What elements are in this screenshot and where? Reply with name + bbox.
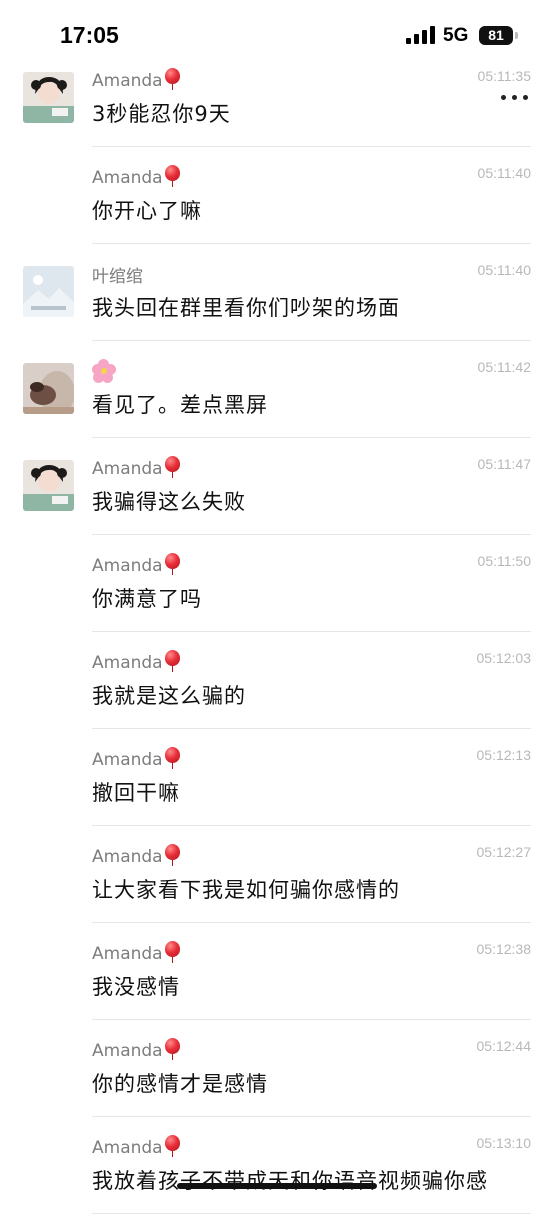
message-timestamp: 05:11:42 (477, 359, 531, 375)
balloon-icon (164, 456, 181, 478)
sender-name-text: Amanda (92, 71, 163, 91)
battery-icon: 81 (479, 26, 513, 45)
network-type: 5G (443, 25, 469, 46)
sender-name[interactable]: Amanda (92, 844, 181, 867)
message-text[interactable]: 你满意了吗 (92, 583, 202, 613)
sender-name-text: Amanda (92, 750, 163, 770)
balloon-icon (164, 747, 181, 769)
battery-tip (515, 32, 518, 39)
sender-name-text: Amanda (92, 1041, 163, 1061)
chat-message[interactable]: 05:11:42 看见了。差点黑屏 (0, 341, 555, 438)
sender-name[interactable]: Amanda (92, 1135, 181, 1158)
chat-message[interactable]: Amanda 05:13:10 我放着孩子不带成天和你语音视频骗你感 (0, 1117, 555, 1214)
flower-icon (92, 359, 116, 383)
chat-message[interactable]: Amanda 05:11:35 3秒能忍你9天 (0, 50, 555, 147)
sender-name[interactable]: Amanda (92, 553, 181, 576)
balloon-icon (164, 1038, 181, 1060)
sender-name[interactable]: Amanda (92, 650, 181, 673)
sender-name-text: Amanda (92, 847, 163, 867)
message-text[interactable]: 我头回在群里看你们吵架的场面 (92, 292, 400, 322)
message-timestamp: 05:12:27 (476, 844, 532, 860)
sender-name[interactable]: Amanda (92, 747, 181, 770)
chat-message[interactable]: Amanda 05:11:47 我骗得这么失败 (0, 438, 555, 535)
message-timestamp: 05:11:50 (477, 553, 531, 569)
message-text[interactable]: 看见了。差点黑屏 (92, 389, 268, 419)
message-text[interactable]: 让大家看下我是如何骗你感情的 (92, 874, 400, 904)
message-text[interactable]: 我放着孩子不带成天和你语音视频骗你感 (92, 1165, 488, 1195)
status-time: 17:05 (60, 22, 119, 48)
balloon-icon (164, 68, 181, 90)
avatar[interactable] (23, 363, 74, 414)
chat-message[interactable]: Amanda 05:12:13 撤回干嘛 (0, 729, 555, 826)
chat-message[interactable]: 叶绾绾 05:11:40 我头回在群里看你们吵架的场面 (0, 244, 555, 341)
message-timestamp: 05:13:10 (476, 1135, 532, 1151)
balloon-icon (164, 650, 181, 672)
cellular-signal-icon (406, 26, 435, 44)
sender-name-text: Amanda (92, 653, 163, 673)
message-timestamp: 05:12:44 (476, 1038, 532, 1054)
chat-message[interactable]: Amanda 05:12:27 让大家看下我是如何骗你感情的 (0, 826, 555, 923)
sender-name-text: Amanda (92, 1138, 163, 1158)
message-timestamp: 05:12:38 (476, 941, 532, 957)
chat-message[interactable]: Amanda 05:12:44 你的感情才是感情 (0, 1020, 555, 1117)
avatar[interactable] (23, 72, 74, 123)
sender-name[interactable]: 叶绾绾 (92, 262, 143, 287)
chat-message[interactable]: Amanda 05:12:38 我没感情 (0, 923, 555, 1020)
message-timestamp: 05:11:35 (477, 68, 531, 84)
balloon-icon (164, 1135, 181, 1157)
sender-name-text: Amanda (92, 459, 163, 479)
sender-name-text: Amanda (92, 944, 163, 964)
sender-name[interactable]: Amanda (92, 941, 181, 964)
message-timestamp: 05:12:13 (476, 747, 532, 763)
sender-name[interactable]: Amanda (92, 165, 181, 188)
message-timestamp: 05:11:40 (477, 165, 531, 181)
sender-name-text: Amanda (92, 556, 163, 576)
message-text[interactable]: 我没感情 (92, 971, 180, 1001)
message-text[interactable]: 撤回干嘛 (92, 777, 180, 807)
message-text[interactable]: 我骗得这么失败 (92, 486, 246, 516)
sender-name-text: Amanda (92, 168, 163, 188)
avatar[interactable] (23, 460, 74, 511)
sender-name[interactable]: Amanda (92, 456, 181, 479)
message-timestamp: 05:11:40 (477, 262, 531, 278)
chat-message[interactable]: Amanda 05:11:40 你开心了嘛 (0, 147, 555, 244)
sender-name[interactable]: Amanda (92, 68, 181, 91)
balloon-icon (164, 844, 181, 866)
message-timestamp: 05:11:47 (477, 456, 531, 472)
avatar[interactable] (23, 266, 74, 317)
home-indicator[interactable] (177, 1183, 377, 1189)
message-text[interactable]: 你的感情才是感情 (92, 1068, 268, 1098)
sender-name-text: 叶绾绾 (92, 267, 143, 287)
message-text[interactable]: 3秒能忍你9天 (92, 98, 231, 128)
chat-message[interactable]: Amanda 05:11:50 你满意了吗 (0, 535, 555, 632)
message-timestamp: 05:12:03 (476, 650, 532, 666)
balloon-icon (164, 553, 181, 575)
message-text[interactable]: 你开心了嘛 (92, 195, 202, 225)
balloon-icon (164, 165, 181, 187)
balloon-icon (164, 941, 181, 963)
message-text[interactable]: 我就是这么骗的 (92, 680, 246, 710)
sender-name[interactable]: Amanda (92, 1038, 181, 1061)
chat-message[interactable]: Amanda 05:12:03 我就是这么骗的 (0, 632, 555, 729)
sender-name[interactable] (92, 359, 116, 388)
